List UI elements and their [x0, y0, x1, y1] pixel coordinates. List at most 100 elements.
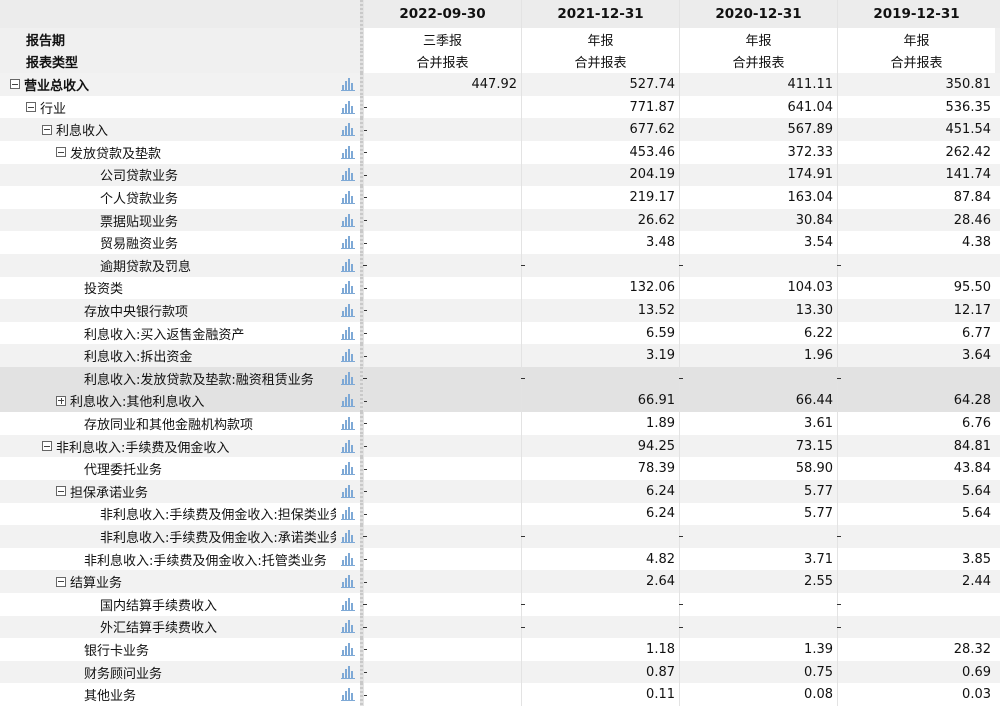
value-cell-1[interactable]: 677.62 — [521, 118, 679, 141]
bar-chart-icon[interactable] — [341, 349, 355, 363]
value-cell-1[interactable] — [521, 254, 679, 277]
table-row[interactable]: 其他业务 0.11 0.08 0.03 — [0, 683, 1000, 706]
value-cell-2[interactable]: 372.33 — [679, 141, 837, 164]
bar-chart-icon[interactable] — [341, 145, 355, 159]
value-cell-1[interactable]: 771.87 — [521, 95, 679, 119]
table-row[interactable]: 银行卡业务 1.18 1.39 28.32 — [0, 638, 1000, 661]
value-cell-1[interactable] — [521, 615, 679, 639]
value-cell-0[interactable] — [363, 95, 521, 119]
value-cell-2[interactable] — [679, 593, 837, 616]
value-cell-0[interactable] — [363, 389, 521, 413]
value-cell-1[interactable]: 0.11 — [521, 683, 679, 706]
bar-chart-icon[interactable] — [341, 552, 355, 566]
bar-chart-icon[interactable] — [341, 100, 355, 114]
table-row[interactable]: 利息收入:买入返售金融资产 6.59 6.22 6.77 — [0, 321, 1000, 345]
period-header-2[interactable]: 2020-12-31 — [679, 0, 837, 28]
value-cell-2[interactable]: 641.04 — [679, 95, 837, 119]
value-cell-3[interactable] — [837, 615, 995, 639]
value-cell-2[interactable]: 30.84 — [679, 208, 837, 232]
value-cell-0[interactable] — [363, 502, 521, 526]
table-row[interactable]: 存放中央银行款项 13.52 13.30 12.17 — [0, 299, 1000, 322]
value-cell-3[interactable]: 350.81 — [837, 73, 995, 96]
value-cell-3[interactable]: 3.85 — [837, 547, 995, 571]
table-row[interactable]: 个人贷款业务 219.17 163.04 87.84 — [0, 186, 1000, 209]
bar-chart-icon[interactable] — [341, 665, 355, 679]
value-cell-0[interactable] — [363, 208, 521, 232]
value-cell-1[interactable] — [521, 593, 679, 616]
value-cell-0[interactable] — [363, 276, 521, 300]
value-cell-3[interactable] — [837, 254, 995, 277]
table-row[interactable]: 利息收入:其他利息收入 66.91 66.44 64.28 — [0, 389, 1000, 413]
value-cell-1[interactable]: 527.74 — [521, 73, 679, 96]
value-cell-0[interactable]: 447.92 — [363, 73, 521, 96]
bar-chart-icon[interactable] — [341, 236, 355, 250]
value-cell-1[interactable]: 0.87 — [521, 660, 679, 684]
value-cell-0[interactable] — [363, 525, 521, 548]
value-cell-1[interactable]: 3.19 — [521, 344, 679, 367]
value-cell-3[interactable] — [837, 367, 995, 390]
value-cell-1[interactable]: 13.52 — [521, 299, 679, 322]
table-row[interactable]: 存放同业和其他金融机构款项 1.89 3.61 6.76 — [0, 412, 1000, 435]
value-cell-1[interactable]: 3.48 — [521, 231, 679, 254]
table-row[interactable]: 担保承诺业务 6.24 5.77 5.64 — [0, 480, 1000, 503]
table-row[interactable]: 国内结算手续费收入 — [0, 593, 1000, 616]
value-cell-1[interactable]: 94.25 — [521, 434, 679, 458]
table-row[interactable]: 代理委托业务 78.39 58.90 43.84 — [0, 457, 1000, 480]
value-cell-0[interactable] — [363, 660, 521, 684]
value-cell-1[interactable]: 6.24 — [521, 502, 679, 526]
value-cell-0[interactable] — [363, 186, 521, 209]
value-cell-1[interactable]: 4.82 — [521, 547, 679, 571]
value-cell-3[interactable]: 3.64 — [837, 344, 995, 367]
value-cell-0[interactable] — [363, 434, 521, 458]
bar-chart-icon[interactable] — [341, 77, 355, 91]
value-cell-1[interactable]: 66.91 — [521, 389, 679, 413]
value-cell-2[interactable]: 5.77 — [679, 502, 837, 526]
bar-chart-icon[interactable] — [341, 529, 355, 543]
value-cell-3[interactable]: 451.54 — [837, 118, 995, 141]
value-cell-1[interactable] — [521, 525, 679, 548]
table-row[interactable]: 发放贷款及垫款 453.46 372.33 262.42 — [0, 141, 1000, 164]
collapse-icon[interactable] — [56, 576, 66, 587]
value-cell-1[interactable] — [521, 367, 679, 390]
value-cell-1[interactable]: 1.18 — [521, 638, 679, 661]
value-cell-0[interactable] — [363, 367, 521, 390]
table-row[interactable]: 利息收入:发放贷款及垫款:融资租赁业务 — [0, 367, 1000, 390]
bar-chart-icon[interactable] — [341, 394, 355, 408]
value-cell-3[interactable]: 6.77 — [837, 321, 995, 345]
value-cell-0[interactable] — [363, 254, 521, 277]
period-header-0[interactable]: 2022-09-30 — [363, 0, 521, 28]
value-cell-1[interactable]: 453.46 — [521, 141, 679, 164]
bar-chart-icon[interactable] — [341, 507, 355, 521]
value-cell-1[interactable]: 219.17 — [521, 186, 679, 209]
table-row[interactable]: 利息收入 677.62 567.89 451.54 — [0, 118, 1000, 141]
value-cell-0[interactable] — [363, 547, 521, 571]
value-cell-3[interactable] — [837, 593, 995, 616]
value-cell-1[interactable]: 1.89 — [521, 412, 679, 435]
bar-chart-icon[interactable] — [341, 123, 355, 137]
bar-chart-icon[interactable] — [341, 620, 355, 634]
value-cell-0[interactable] — [363, 457, 521, 480]
value-cell-2[interactable]: 13.30 — [679, 299, 837, 322]
value-cell-2[interactable]: 0.75 — [679, 660, 837, 684]
bar-chart-icon[interactable] — [341, 688, 355, 702]
value-cell-2[interactable]: 163.04 — [679, 186, 837, 209]
value-cell-3[interactable]: 4.38 — [837, 231, 995, 254]
bar-chart-icon[interactable] — [341, 642, 355, 656]
value-cell-2[interactable]: 0.08 — [679, 683, 837, 706]
table-row[interactable]: 营业总收入 447.92 527.74 411.11 350.81 — [0, 73, 1000, 96]
period-header-3[interactable]: 2019-12-31 — [837, 0, 995, 28]
bar-chart-icon[interactable] — [341, 326, 355, 340]
value-cell-2[interactable] — [679, 525, 837, 548]
value-cell-2[interactable]: 3.54 — [679, 231, 837, 254]
value-cell-3[interactable]: 87.84 — [837, 186, 995, 209]
value-cell-0[interactable] — [363, 480, 521, 503]
value-cell-0[interactable] — [363, 412, 521, 435]
value-cell-0[interactable] — [363, 638, 521, 661]
expand-icon[interactable] — [56, 395, 66, 406]
value-cell-0[interactable] — [363, 615, 521, 639]
table-row[interactable]: 贸易融资业务 3.48 3.54 4.38 — [0, 231, 1000, 254]
table-row[interactable]: 非利息收入:手续费及佣金收入 94.25 73.15 84.81 — [0, 434, 1000, 458]
bar-chart-icon[interactable] — [341, 190, 355, 204]
value-cell-0[interactable] — [363, 570, 521, 593]
table-row[interactable]: 非利息收入:手续费及佣金收入:承诺类业务 — [0, 525, 1000, 548]
